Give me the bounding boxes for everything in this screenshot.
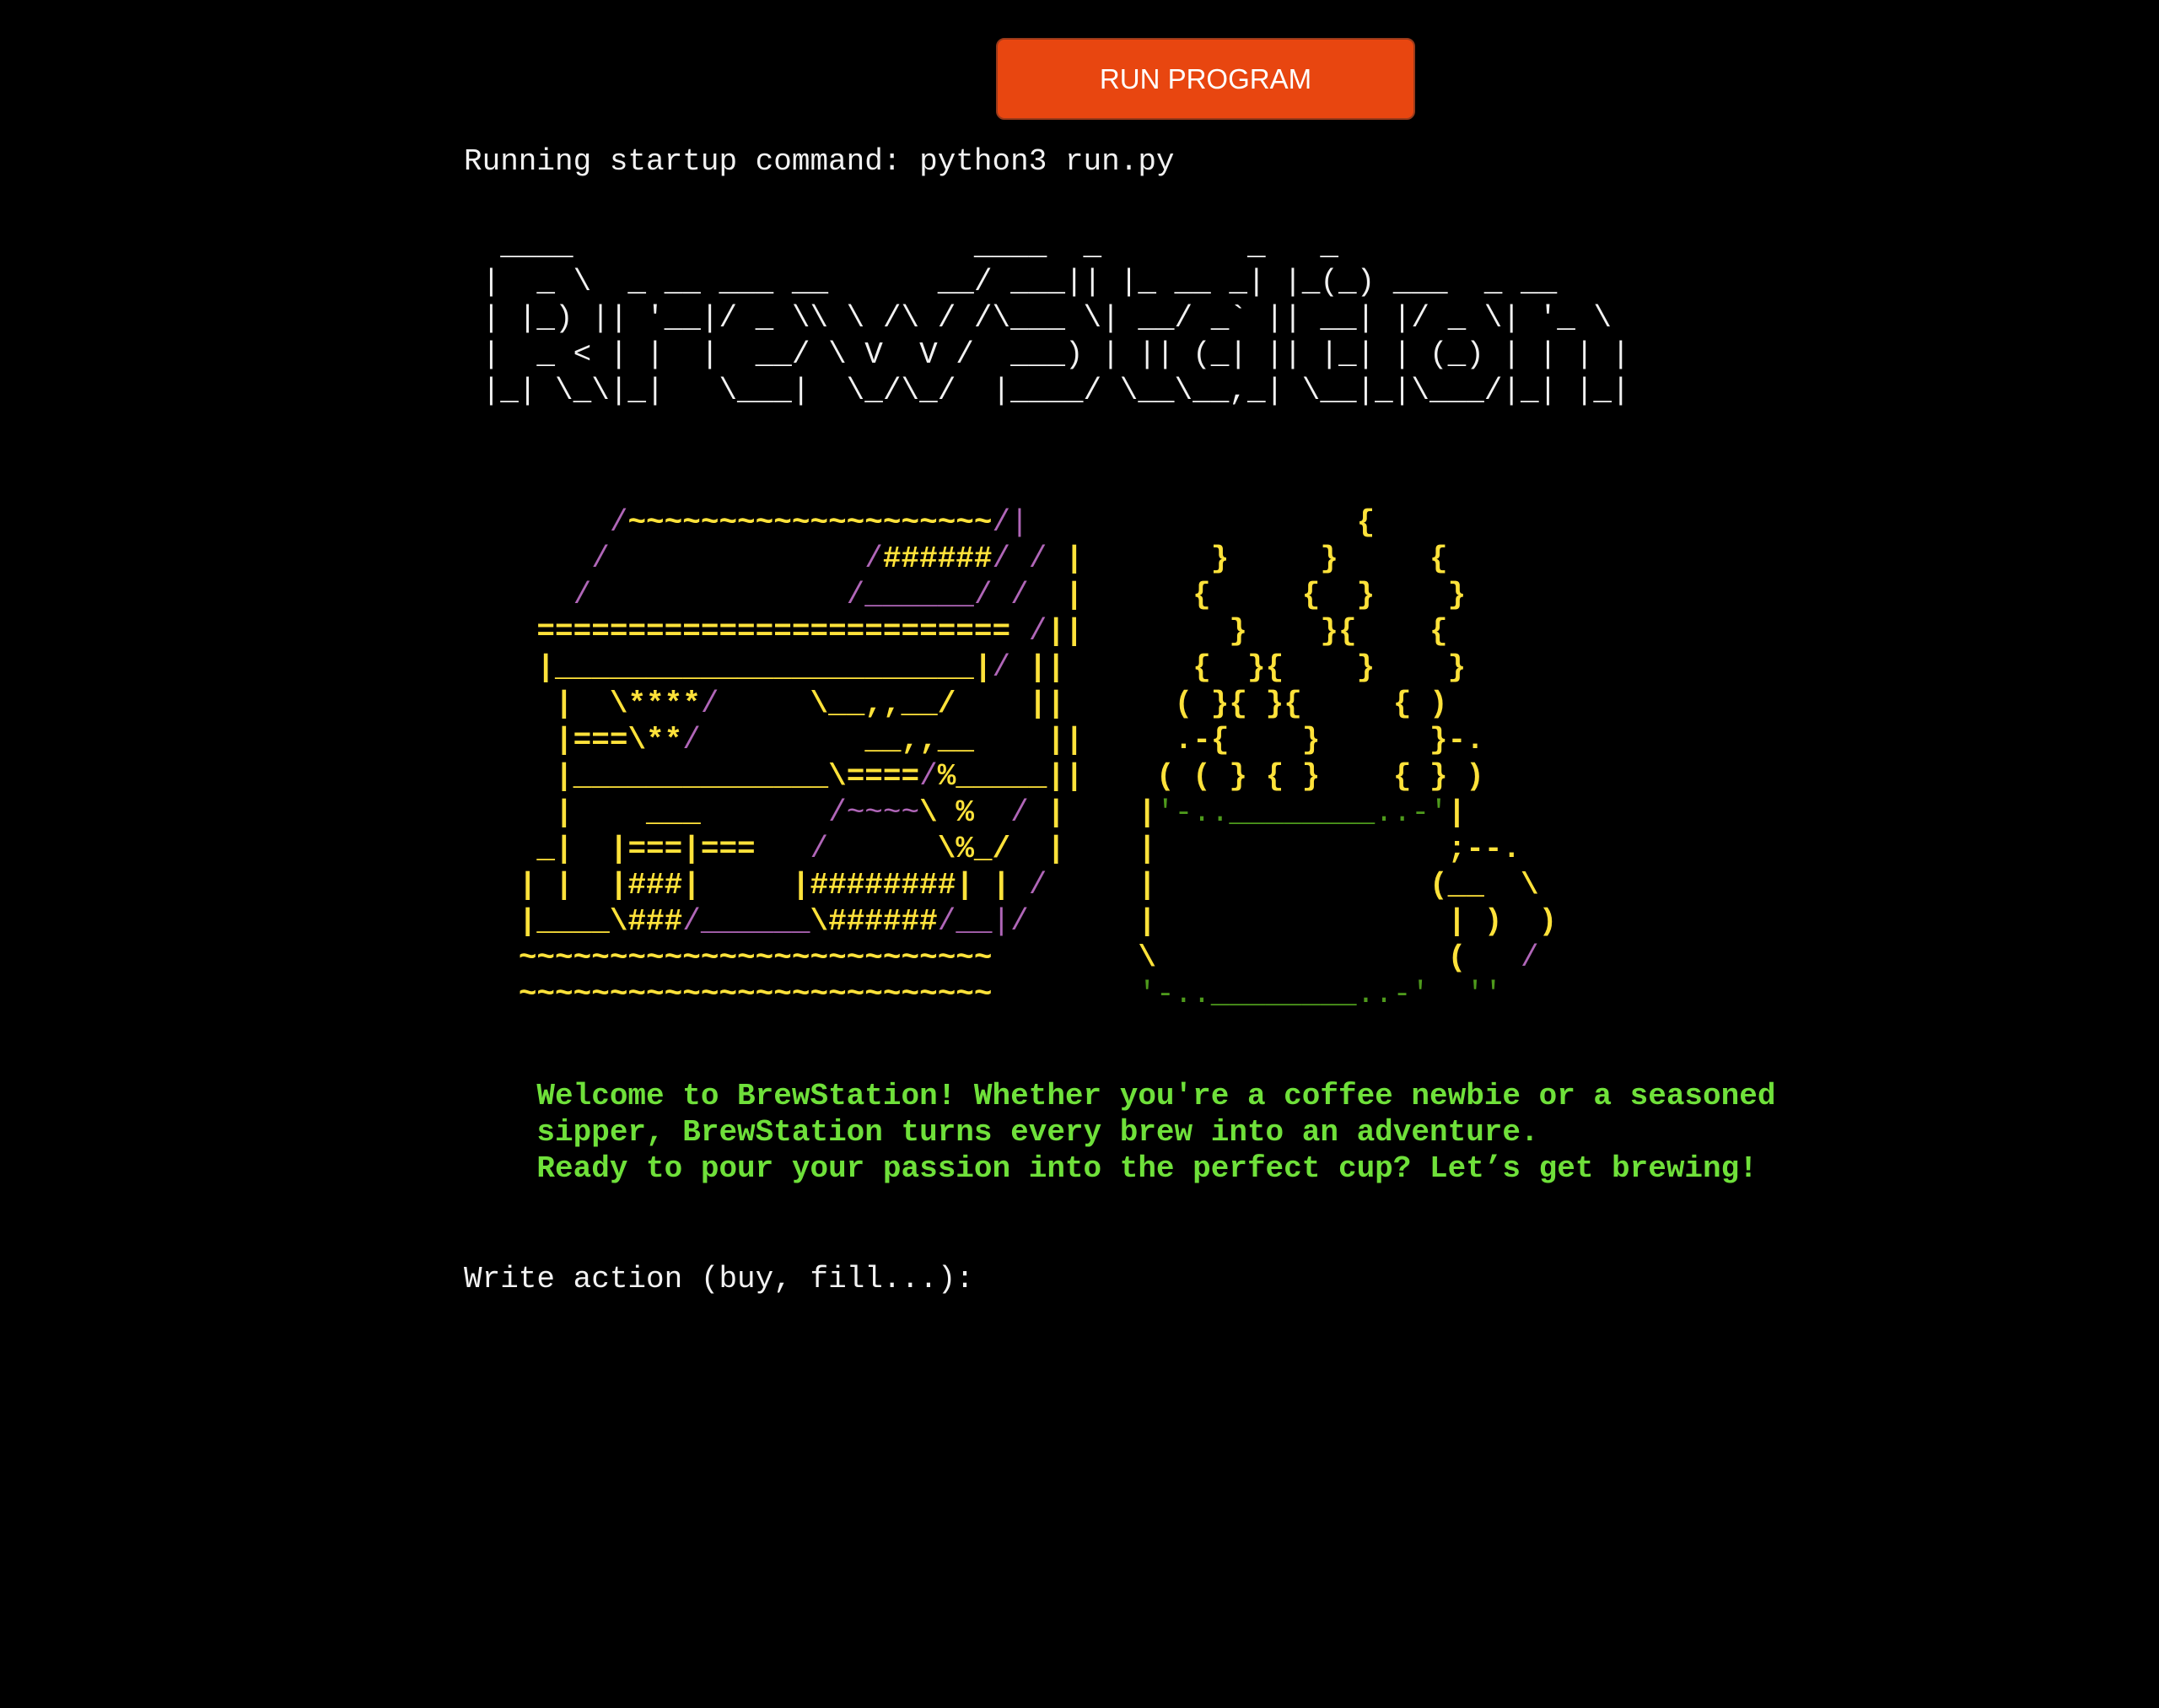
welcome-line: Ready to pour your passion into the perf…	[464, 1151, 1758, 1186]
action-prompt-label: Write action (buy, fill...):	[464, 1262, 974, 1296]
coffee-machine-and-cup-ascii-art: /~~~~~~~~~~~~~~~~~~~~/| { / /######/ / |…	[464, 505, 1558, 1011]
welcome-line: sipper, BrewStation turns every brew int…	[464, 1115, 1539, 1150]
brewstation-ascii-logo: ____ ____ _ _ _ | _ \ _ __ ___ __ __/ __…	[482, 229, 1630, 408]
welcome-line: Welcome to BrewStation! Whether you're a…	[464, 1079, 1776, 1113]
terminal-output: Running startup command: python3 run.py …	[464, 133, 2142, 1702]
action-prompt: Write action (buy, fill...):	[464, 1261, 1499, 1297]
welcome-message: Welcome to BrewStation! Whether you're a…	[464, 1078, 1775, 1187]
run-program-button[interactable]: RUN PROGRAM	[996, 38, 1415, 120]
startup-command-line: Running startup command: python3 run.py	[464, 144, 1175, 179]
action-input[interactable]	[973, 1262, 1499, 1296]
